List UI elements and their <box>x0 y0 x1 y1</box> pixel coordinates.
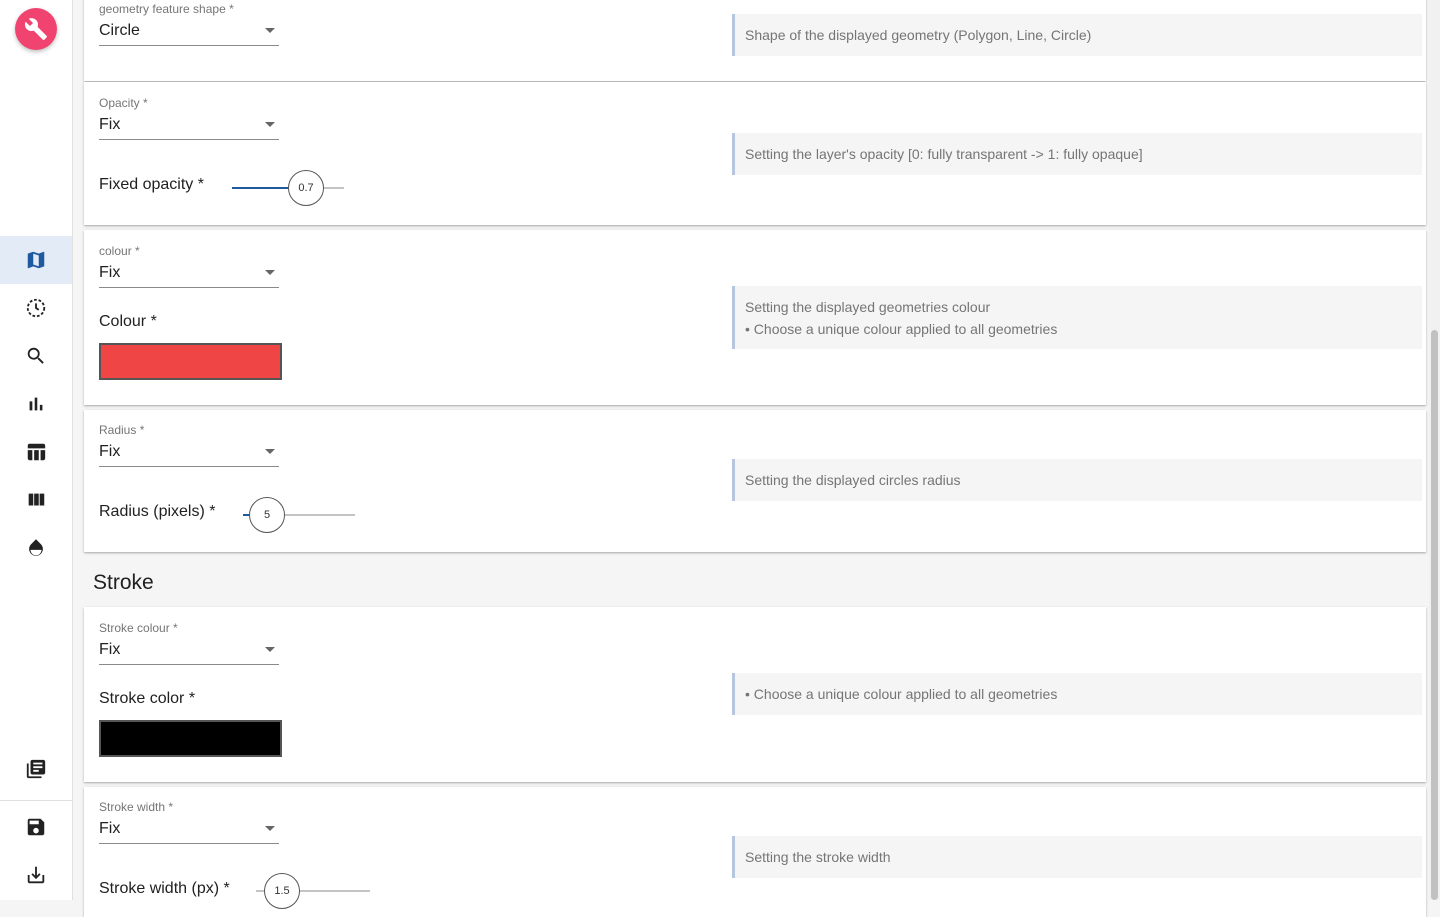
stroke-colour-select[interactable]: Fix <box>99 639 279 665</box>
nav-map[interactable] <box>0 236 72 284</box>
stroke-color-field-label: Stroke color * <box>99 690 196 707</box>
nav-table[interactable] <box>0 428 72 476</box>
geometry-shape-help-text: Shape of the displayed geometry (Polygon… <box>745 27 1092 43</box>
opacity-help-text: Setting the layer's opacity [0: fully tr… <box>745 146 1143 162</box>
radius-value: Fix <box>99 443 121 460</box>
geometry-shape-card: geometry feature shape * Circle Shape of… <box>84 0 1426 81</box>
colour-select[interactable]: Fix <box>99 262 279 288</box>
dropdown-arrow-icon <box>265 647 275 652</box>
stroke-width-label: Stroke width * <box>99 800 174 814</box>
radius-help: Setting the displayed circles radius <box>732 459 1422 501</box>
sidebar <box>0 0 73 900</box>
opacity-icon <box>29 539 43 556</box>
radius-slider-thumb[interactable]: 5 <box>249 497 285 533</box>
stroke-width-slider[interactable]: 1.5 <box>256 871 370 911</box>
time-icon <box>26 298 46 318</box>
wrench-icon <box>24 18 47 40</box>
opacity-card: Opacity * Fix Fixed opacity * 0.7 Settin… <box>84 82 1426 225</box>
geometry-shape-select[interactable]: Circle <box>99 20 279 46</box>
stroke-colour-swatch[interactable] <box>99 720 282 757</box>
radius-select[interactable]: Fix <box>99 441 279 467</box>
nav-time[interactable] <box>0 284 72 332</box>
stroke-width-help-text: Setting the stroke width <box>745 849 891 865</box>
opacity-label: Opacity * <box>99 96 148 110</box>
save-icon <box>27 818 45 836</box>
dropdown-arrow-icon <box>265 270 275 275</box>
stroke-colour-value: Fix <box>99 641 121 658</box>
radius-slider[interactable]: 5 <box>243 495 355 535</box>
nav-opacity[interactable] <box>0 524 72 572</box>
stroke-colour-card: Stroke colour * Fix Stroke color * • Cho… <box>84 607 1426 782</box>
stroke-section-title: Stroke <box>93 571 154 594</box>
colour-help-line1: Setting the displayed geometries colour <box>745 298 991 315</box>
colour-help-line2: • Choose a unique colour applied to all … <box>745 320 1058 337</box>
nav-columns[interactable] <box>0 476 72 524</box>
colour-card: colour * Fix Colour * Setting the displa… <box>84 230 1426 405</box>
scrollbar[interactable] <box>1429 0 1440 900</box>
nav-save[interactable] <box>0 803 72 851</box>
radius-pixels-label: Radius (pixels) * <box>99 503 216 520</box>
opacity-help: Setting the layer's opacity [0: fully tr… <box>732 133 1422 175</box>
map-icon <box>27 251 45 269</box>
stroke-colour-help: • Choose a unique colour applied to all … <box>732 673 1422 715</box>
dropdown-arrow-icon <box>265 449 275 454</box>
geometry-shape-value: Circle <box>99 22 140 39</box>
main-content: geometry feature shape * Circle Shape of… <box>73 0 1429 917</box>
radius-help-text: Setting the displayed circles radius <box>745 472 961 488</box>
stroke-width-card: Stroke width * Fix Stroke width (px) * 1… <box>84 787 1426 917</box>
bar-chart-icon <box>29 397 43 411</box>
stroke-width-help: Setting the stroke width <box>732 836 1422 878</box>
opacity-slider-thumb[interactable]: 0.7 <box>288 170 324 206</box>
colour-field-label: Colour * <box>99 313 157 330</box>
dropdown-arrow-icon <box>265 122 275 127</box>
scrollbar-thumb[interactable] <box>1431 330 1438 900</box>
colour-help: Setting the displayed geometries colour … <box>732 286 1422 349</box>
stroke-colour-help-text: • Choose a unique colour applied to all … <box>745 686 1058 702</box>
geometry-shape-label: geometry feature shape * <box>99 2 234 16</box>
fixed-opacity-label: Fixed opacity * <box>99 176 204 193</box>
table-icon <box>27 443 46 461</box>
radius-card: Radius * Fix Radius (pixels) * 5 Setting… <box>84 410 1426 552</box>
library-books-icon <box>26 759 46 779</box>
nav-chart[interactable] <box>0 380 72 428</box>
colour-label: colour * <box>99 244 140 258</box>
sidebar-divider <box>0 800 72 801</box>
search-icon <box>27 347 44 364</box>
download-icon <box>27 866 45 884</box>
colour-value: Fix <box>99 264 121 281</box>
stroke-width-slider-thumb[interactable]: 1.5 <box>264 873 300 909</box>
stroke-width-px-label: Stroke width (px) * <box>99 880 230 897</box>
nav-library[interactable] <box>0 745 72 793</box>
columns-icon <box>28 493 45 506</box>
nav-search[interactable] <box>0 332 72 380</box>
tools-button[interactable] <box>15 8 57 50</box>
opacity-select[interactable]: Fix <box>99 114 279 140</box>
colour-swatch[interactable] <box>99 343 282 380</box>
opacity-slider[interactable]: 0.7 <box>232 168 344 208</box>
dropdown-arrow-icon <box>265 28 275 33</box>
dropdown-arrow-icon <box>265 826 275 831</box>
nav-download[interactable] <box>0 851 72 899</box>
radius-label: Radius * <box>99 423 145 437</box>
geometry-shape-help: Shape of the displayed geometry (Polygon… <box>732 14 1422 56</box>
stroke-width-value: Fix <box>99 820 121 837</box>
stroke-width-select[interactable]: Fix <box>99 818 279 844</box>
opacity-value: Fix <box>99 116 121 133</box>
stroke-colour-label: Stroke colour * <box>99 621 178 635</box>
